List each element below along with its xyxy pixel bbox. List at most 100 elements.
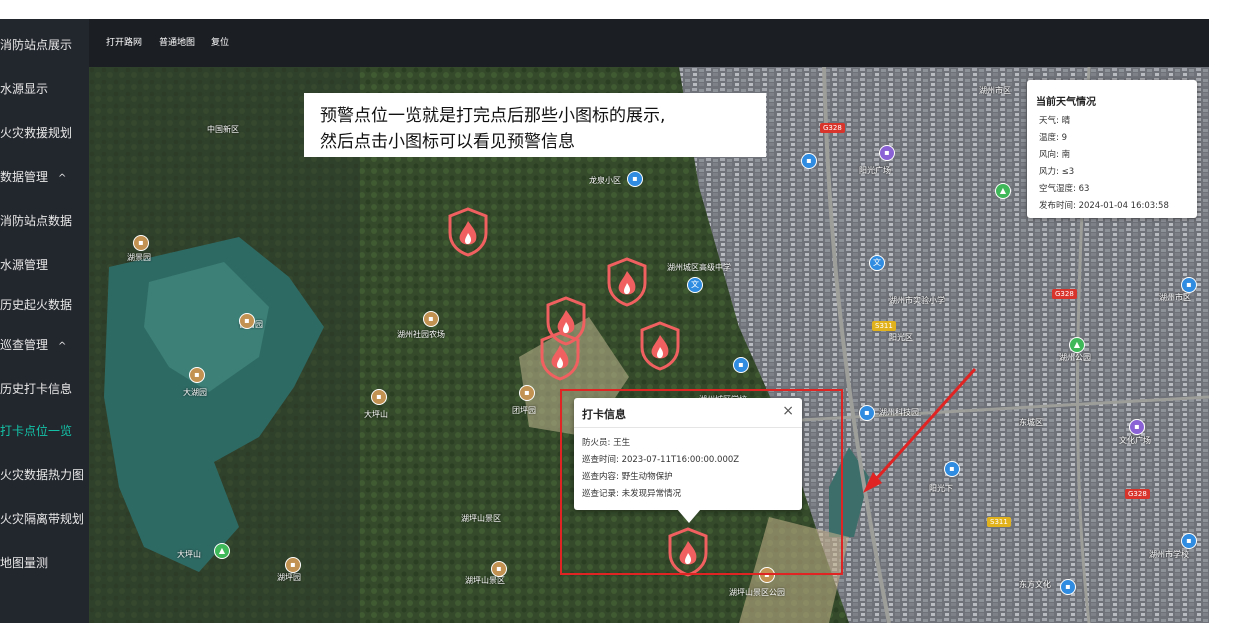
fire-warning-icon[interactable] [446,207,490,257]
open-road-network-button[interactable]: 打开路网 [106,19,142,67]
fire-warning-icon[interactable] [605,257,649,307]
map-place-label: 阳光广场 [859,166,891,175]
sidebar-item-label: 地图量测 [0,556,49,570]
road-badge: S311 [987,517,1011,527]
sidebar-item-water-management[interactable]: 水源管理 [0,243,89,287]
weather-row: 天气: 晴 [1039,116,1071,126]
sidebar-item-firebreak-planning[interactable]: 火灾隔离带规划 [0,497,89,541]
sidebar-group-patrol-management[interactable]: 巡查管理 ^ [0,323,89,367]
map-place-label: 东城区 [1019,418,1043,427]
sidebar-item-station-data[interactable]: 消防站点数据 [0,199,89,243]
weather-row: 风向: 南 [1039,150,1071,160]
bank-icon[interactable]: ▪ [1181,533,1197,549]
shopping-icon[interactable]: ▪ [879,145,895,161]
map-place-label: 湖坪山景区 [461,514,501,523]
map-place-label: 东方文化 [1019,580,1051,589]
sidebar-item-map-measure[interactable]: 地图量测 [0,541,89,585]
map-place-label: 湖坪园 [277,573,301,582]
chevron-up-icon: ^ [58,341,67,352]
road-badge: G328 [1052,289,1077,299]
sidebar-item-checkin-points[interactable]: 打卡点位一览 [0,409,89,453]
sidebar-item-fire-heatmap[interactable]: 火灾数据热力图 [0,453,89,497]
sidebar-item-label: 历史起火数据 [0,298,73,312]
bank-icon[interactable]: ▪ [1181,277,1197,293]
school-icon[interactable]: 文 [687,277,703,293]
map-place-label: 大坪山 [364,410,388,419]
map-place-label: 文化广场 [1119,436,1151,445]
museum-icon[interactable]: ▪ [189,367,205,383]
weather-title: 当前天气情况 [1036,97,1096,108]
reset-button[interactable]: 复位 [211,19,229,67]
annotation-line: 然后点击小图标可以看见预警信息 [320,132,575,152]
map-place-label: 湖州城区高级中学 [667,263,731,272]
weather-row: 风力: ≤3 [1039,167,1075,177]
close-icon[interactable]: × [782,403,794,419]
museum-icon[interactable]: ▪ [239,313,255,329]
bank-icon[interactable]: ▪ [944,461,960,477]
map-place-label: 大湖园 [183,388,207,397]
map-place-label: 湖州市区 [979,86,1011,95]
bank-icon[interactable]: ▪ [733,357,749,373]
weather-row: 发布时间: 2024-01-04 16:03:58 [1039,201,1169,211]
sidebar-item-label: 数据管理 [0,170,49,184]
road-badge: S311 [872,321,896,331]
sidebar-item-label: 火灾隔离带规划 [0,512,85,526]
bank-icon[interactable]: ▪ [801,153,817,169]
school-icon[interactable]: ▪ [627,171,643,187]
map-place-label: 湖景园 [127,253,151,262]
sidebar-item-label: 水源管理 [0,258,49,272]
map-place-label: 大坪山 [177,550,201,559]
annotation-line: 预警点位一览就是打完点后那些小图标的展示, [320,106,666,126]
school-icon[interactable]: 文 [869,255,885,271]
popup-row: 巡查时间: 2023-07-11T16:00:00.000Z [582,455,740,465]
popup-pointer [677,509,701,523]
sidebar-item-label: 打卡点位一览 [0,424,73,438]
popup-row: 巡查记录: 未发现异常情况 [582,489,682,499]
sidebar-group-data-management[interactable]: 数据管理 ^ [0,155,89,199]
sidebar-item-label: 水源显示 [0,82,49,96]
museum-icon[interactable]: ▪ [519,385,535,401]
bank-icon[interactable]: ▪ [1060,579,1076,595]
sidebar-item-checkin-history[interactable]: 历史打卡信息 [0,367,89,411]
weather-row: 温度: 9 [1039,133,1067,143]
shopping-icon[interactable]: ▪ [1129,419,1145,435]
sidebar-item-fire-history[interactable]: 历史起火数据 [0,283,89,327]
fire-warning-icon[interactable] [638,321,682,371]
divider [574,427,802,428]
map-place-label: 湖坪山景区公园 [729,588,785,597]
museum-icon[interactable]: ▪ [133,235,149,251]
sidebar-item-label: 历史打卡信息 [0,382,73,396]
road-badge: G328 [820,123,845,133]
bank-icon[interactable]: ▪ [859,405,875,421]
popup-title: 打卡信息 [582,408,626,421]
map-place-label: 湖州公园 [1059,353,1091,362]
museum-icon[interactable]: ▪ [491,561,507,577]
sidebar: 消防站点展示 水源显示 火灾救援规划 数据管理 ^ 消防站点数据 水源管理 历史起… [0,19,89,623]
park-icon[interactable]: ▲ [214,543,230,559]
park-icon[interactable]: ▲ [1069,337,1085,353]
map-place-label: 湖州市学校 [1149,550,1189,559]
sidebar-item-rescue-planning[interactable]: 火灾救援规划 [0,111,89,155]
museum-icon[interactable]: ▪ [371,389,387,405]
museum-icon[interactable]: ▪ [285,557,301,573]
map-place-label: 湖州科技园 [879,408,919,417]
map-place-label: 团坪园 [512,406,536,415]
weather-row: 空气湿度: 63 [1039,184,1090,194]
park-icon[interactable]: ▲ [995,183,1011,199]
sidebar-item-water-source[interactable]: 水源显示 [0,67,89,111]
popup-row: 巡查内容: 野生动物保护 [582,472,673,482]
sidebar-item-label: 火灾数据热力图 [0,468,85,482]
fire-warning-icon[interactable] [538,331,582,381]
map-place-label: 湖州社园农场 [397,330,445,339]
chevron-up-icon: ^ [58,173,67,184]
normal-map-button[interactable]: 普通地图 [159,19,195,67]
road-badge: G328 [1125,489,1150,499]
map-place-label: 阳光区 [889,333,913,342]
map-place-label: 中国新区 [207,125,239,134]
sidebar-item-label: 消防站点数据 [0,214,73,228]
sidebar-item-label: 消防站点展示 [0,38,73,52]
sidebar-item-label: 火灾救援规划 [0,126,73,140]
popup-row: 防火员: 王生 [582,438,631,448]
museum-icon[interactable]: ▪ [423,311,439,327]
sidebar-item-station-display[interactable]: 消防站点展示 [0,23,89,67]
